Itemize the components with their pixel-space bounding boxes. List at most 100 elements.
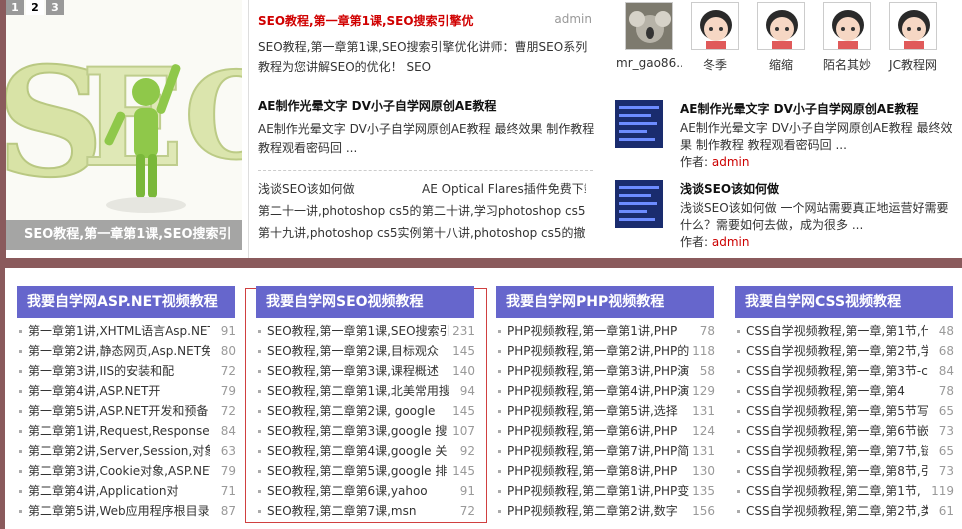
list-item: CSS自学视频教程,第一章,第6节嵌 73: [735, 421, 962, 441]
item-link[interactable]: 第一章第5讲,ASP.NET开发和预备: [28, 401, 210, 421]
item-link[interactable]: SEO教程,第二章第7课,msn: [267, 501, 449, 521]
user-name[interactable]: JC教程网: [880, 56, 946, 73]
list-item: CSS自学视频教程,第二章,第2节,类, 61: [735, 501, 962, 521]
item-link[interactable]: PHP视频教程,第一章第2讲,PHP的: [507, 341, 689, 361]
headline-author[interactable]: admin: [554, 12, 592, 26]
item-link[interactable]: SEO教程,第二章第6课,yahoo: [267, 481, 449, 501]
item-link[interactable]: 第一章第1讲,XHTML语言Asp.NET: [28, 321, 210, 341]
link[interactable]: 浅谈SEO该如何做: [258, 178, 422, 200]
article-thumbnail[interactable]: [615, 100, 663, 148]
item-link[interactable]: SEO教程,第二章第4课,google 关: [267, 441, 449, 461]
item-link[interactable]: SEO教程,第一章第1课,SEO搜索引: [267, 321, 449, 341]
right-article-title[interactable]: 浅谈SEO该如何做: [680, 180, 960, 197]
section-title[interactable]: 我要自学网ASP.NET视频教程: [17, 286, 235, 318]
list-item: SEO教程,第二章第6课,yahoo 91: [256, 481, 484, 501]
default-avatar-icon: [758, 3, 804, 49]
item-link[interactable]: SEO教程,第一章第3课,课程概述: [267, 361, 449, 381]
item-link[interactable]: SEO教程,第二章第5课,google 排: [267, 461, 449, 481]
right-article-desc: AE制作光晕文字 DV小子自学网原创AE教程 最终效果 制作教程 教程观看密码回…: [680, 121, 953, 152]
section-title[interactable]: 我要自学网SEO视频教程: [256, 286, 474, 318]
item-link[interactable]: PHP视频教程,第二章第1讲,PHP变: [507, 481, 689, 501]
author-link[interactable]: admin: [712, 155, 750, 169]
item-link[interactable]: SEO教程,第二章第2课, google: [267, 401, 449, 421]
item-link[interactable]: 第二章第5讲,Web应用程序根目录: [28, 501, 210, 521]
featured-slider[interactable]: S E O SEO教程,第一章第1课,SEO搜索引: [6, 0, 242, 250]
item-count: 87: [220, 504, 236, 518]
pager-page-1[interactable]: 1: [6, 0, 24, 15]
slide-caption[interactable]: SEO教程,第一章第1课,SEO搜索引: [6, 220, 242, 250]
link[interactable]: 第十八讲,photoshop cs5的撤: [422, 222, 586, 244]
secondary-article-title[interactable]: AE制作光晕文字 DV小子自学网原创AE教程: [258, 97, 598, 114]
section-title[interactable]: 我要自学网PHP视频教程: [496, 286, 714, 318]
avatar[interactable]: [823, 2, 871, 50]
item-link[interactable]: PHP视频教程,第一章第1讲,PHP: [507, 321, 689, 341]
item-link[interactable]: CSS自学视频教程,第一章,第5节写: [746, 401, 928, 421]
article-thumbnail[interactable]: [615, 180, 663, 228]
default-avatar-icon: [692, 3, 738, 49]
item-count: 79: [220, 464, 236, 478]
bullet-icon: [258, 509, 261, 513]
author-label: 作者:: [680, 155, 709, 169]
link[interactable]: 第十九讲,photoshop cs5实例: [258, 222, 422, 244]
headline-title[interactable]: SEO教程,第一章第1课,SEO搜索引擎优: [258, 12, 598, 29]
item-link[interactable]: SEO教程,第一章第2课,目标观众: [267, 341, 449, 361]
pager-page-3[interactable]: 3: [46, 0, 64, 15]
item-link[interactable]: 第一章第2讲,静态网页,Asp.NET免: [28, 341, 210, 361]
item-link[interactable]: PHP视频教程,第一章第8讲,PHP: [507, 461, 689, 481]
item-link[interactable]: CSS自学视频教程,第一章,第2节,学: [746, 341, 928, 361]
bullet-icon: [258, 489, 261, 493]
avatar[interactable]: [889, 2, 937, 50]
item-link[interactable]: CSS自学视频教程,第二章,第2节,类,: [746, 501, 928, 521]
list-item: SEO教程,第二章第3课,google 搜 107: [256, 421, 484, 441]
user-card[interactable]: 冬季: [682, 2, 748, 73]
item-link[interactable]: PHP视频教程,第一章第3讲,PHP演: [507, 361, 689, 381]
item-link[interactable]: 第二章第1讲,Request,Response,对: [28, 421, 210, 441]
user-card[interactable]: mr_gao86...: [616, 2, 682, 73]
item-link[interactable]: 第二章第2讲,Server,Session,对象: [28, 441, 210, 461]
seo-slide-image[interactable]: S E O: [6, 0, 242, 250]
item-link[interactable]: 第一章第3讲,IIS的安装和配: [28, 361, 210, 381]
avatar[interactable]: [625, 2, 673, 50]
pager-page-2[interactable]: 2: [26, 0, 44, 15]
item-link[interactable]: PHP视频教程,第一章第6讲,PHP: [507, 421, 689, 441]
link[interactable]: 第二十一讲,photoshop cs5的: [258, 200, 422, 222]
item-link[interactable]: CSS自学视频教程,第一章,第6节嵌: [746, 421, 928, 441]
item-count: 73: [938, 464, 954, 478]
avatar[interactable]: [691, 2, 739, 50]
item-link[interactable]: SEO教程,第二章第1课,北美常用搜: [267, 381, 449, 401]
item-link[interactable]: PHP视频教程,第一章第5讲,选择: [507, 401, 689, 421]
bullet-icon: [19, 429, 22, 433]
item-link[interactable]: 第二章第3讲,Cookie对象,ASP.NET: [28, 461, 210, 481]
item-link[interactable]: CSS自学视频教程,第一章,第7节,链,: [746, 441, 928, 461]
item-link[interactable]: PHP视频教程,第二章第2讲,数字: [507, 501, 689, 521]
user-name[interactable]: 缩缩: [748, 56, 814, 73]
item-link[interactable]: PHP视频教程,第一章第7讲,PHP简: [507, 441, 689, 461]
user-card[interactable]: 缩缩: [748, 2, 814, 73]
item-count: 156: [692, 504, 715, 518]
list-item: PHP视频教程,第二章第2讲,数字 156: [496, 501, 724, 521]
link[interactable]: AE Optical Flares插件免费下载: [422, 178, 586, 200]
user-name[interactable]: 陌名其妙: [814, 56, 880, 73]
item-link[interactable]: CSS自学视频教程,第一章,第1节,什: [746, 321, 928, 341]
author-link[interactable]: admin: [712, 235, 750, 249]
list-item: 第一章第2讲,静态网页,Asp.NET免 80: [17, 341, 245, 361]
section-title[interactable]: 我要自学网CSS视频教程: [735, 286, 953, 318]
right-article-title[interactable]: AE制作光晕文字 DV小子自学网原创AE教程: [680, 100, 960, 117]
item-link[interactable]: CSS自学视频教程,第二章,第1节,: [746, 481, 928, 501]
avatar[interactable]: [757, 2, 805, 50]
item-link[interactable]: 第二章第4讲,Application对: [28, 481, 210, 501]
user-name[interactable]: 冬季: [682, 56, 748, 73]
user-card[interactable]: 陌名其妙: [814, 2, 880, 73]
item-count: 84: [220, 424, 236, 438]
user-card[interactable]: JC教程网: [880, 2, 946, 73]
slider-pager: 1 2 3: [6, 0, 64, 15]
item-link[interactable]: CSS自学视频教程,第一章,第4: [746, 381, 928, 401]
item-link[interactable]: CSS自学视频教程,第一章,第3节-css: [746, 361, 928, 381]
item-link[interactable]: 第一章第4讲,ASP.NET开: [28, 381, 210, 401]
item-link[interactable]: CSS自学视频教程,第一章,第8节,引,: [746, 461, 928, 481]
item-link[interactable]: PHP视频教程,第一章第4讲,PHP演: [507, 381, 689, 401]
item-link[interactable]: SEO教程,第二章第3课,google 搜: [267, 421, 449, 441]
user-name[interactable]: mr_gao86...: [616, 56, 682, 70]
link[interactable]: 第二十讲,学习photoshop cs5: [422, 200, 586, 222]
list-item: PHP视频教程,第一章第5讲,选择 131: [496, 401, 724, 421]
